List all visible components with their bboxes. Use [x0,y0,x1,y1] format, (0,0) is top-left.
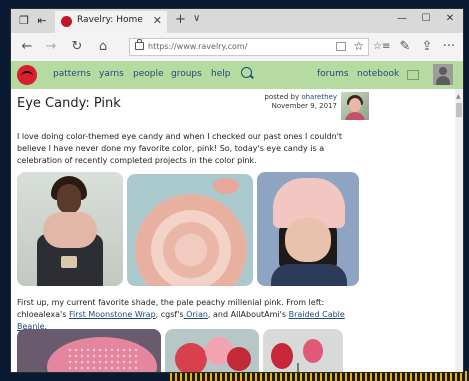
forward-arrow-icon[interactable]: → [43,39,59,55]
maximize-button[interactable]: ☐ [419,13,433,24]
lock-icon [135,39,144,50]
nav-link-groups[interactable]: groups [171,69,202,79]
close-window-button[interactable]: ✕ [443,13,457,24]
scroll-thumb[interactable] [456,103,462,117]
vertical-scrollbar[interactable]: ▲ [455,89,463,372]
ravelry-logo-icon[interactable] [17,65,37,85]
favorites-list-icon[interactable]: ☆≡ [373,39,390,55]
search-icon[interactable] [241,67,252,78]
tab-manager-icon[interactable]: ❐ [17,14,31,28]
url-text: https://www.ravelry.com/ [148,42,248,51]
address-bar[interactable]: https://www.ravelry.com/ ☆ [129,38,369,56]
author-avatar[interactable] [341,92,369,120]
new-tab-button[interactable]: + [175,12,186,27]
caption-paragraph: First up, my current favorite shade, the… [17,297,367,333]
user-avatar[interactable] [433,64,453,85]
caption-text: , and AllAboutAmi's [207,310,289,319]
project-photo-braided-cable-beanie[interactable] [257,172,359,286]
scroll-up-icon[interactable]: ▲ [456,93,461,100]
nav-link-help[interactable]: help [211,69,230,79]
pen-icon[interactable]: ✎ [397,39,413,55]
nav-link-people[interactable]: people [133,69,164,79]
page-title: Eye Candy: Pink [17,96,121,111]
tab-title: Ravelry: Home [77,15,143,25]
link-first-moonstone-wrap[interactable]: First Moonstone Wrap [69,310,156,319]
home-icon[interactable]: ⌂ [95,39,111,55]
nav-link-yarns[interactable]: yarns [99,69,124,79]
author-link[interactable]: oharethey [301,93,337,101]
messages-icon[interactable] [407,70,419,80]
ravelry-favicon-icon [61,16,72,27]
ravelry-nav-bar: patterns yarns people groups help forums… [11,61,463,89]
nav-link-notebook[interactable]: notebook [357,69,399,79]
reading-view-icon[interactable] [336,42,346,51]
project-photo-pink-birds[interactable] [263,329,343,372]
nav-link-patterns[interactable]: patterns [53,69,91,79]
intro-paragraph: I love doing color-themed eye candy and … [17,132,343,165]
share-icon[interactable]: ⇪ [419,39,435,55]
tab-bar: ❐ ⇤ Ravelry: Home ✕ + ∨ — ☐ ✕ [11,9,463,34]
page-content: Eye Candy: Pink posted by oharethey Nove… [11,89,455,372]
post-date: November 9, 2017 [271,102,337,110]
browser-window: ❐ ⇤ Ravelry: Home ✕ + ∨ — ☐ ✕ ← → ↻ ⌂ ht… [10,8,464,373]
link-orian[interactable]: Orian [184,310,208,319]
posted-by-label: posted by [264,93,300,101]
refresh-icon[interactable]: ↻ [69,39,85,55]
back-arrow-icon[interactable]: ← [19,39,35,55]
project-photo-pink-ball[interactable] [17,329,161,372]
post-meta: posted by oharethey November 9, 2017 [255,93,337,111]
minimize-button[interactable]: — [395,13,409,24]
more-icon[interactable]: ··· [441,39,457,55]
project-photo-orian[interactable] [127,174,253,286]
caption-text: , cgsf's [155,310,184,319]
address-toolbar: ← → ↻ ⌂ https://www.ravelry.com/ ☆ ☆≡ ✎ … [11,33,463,62]
tab-close-icon[interactable]: ✕ [153,14,162,27]
tab-aside-icon[interactable]: ⇤ [35,14,49,28]
tab-dropdown-icon[interactable]: ∨ [193,13,200,24]
project-photo-pink-flowers[interactable] [165,329,259,372]
star-icon[interactable]: ☆ [353,39,364,53]
tab-ravelry-home[interactable]: Ravelry: Home ✕ [55,11,167,33]
project-photo-moonstone-wrap[interactable] [17,172,123,286]
nav-link-forums[interactable]: forums [317,69,349,79]
